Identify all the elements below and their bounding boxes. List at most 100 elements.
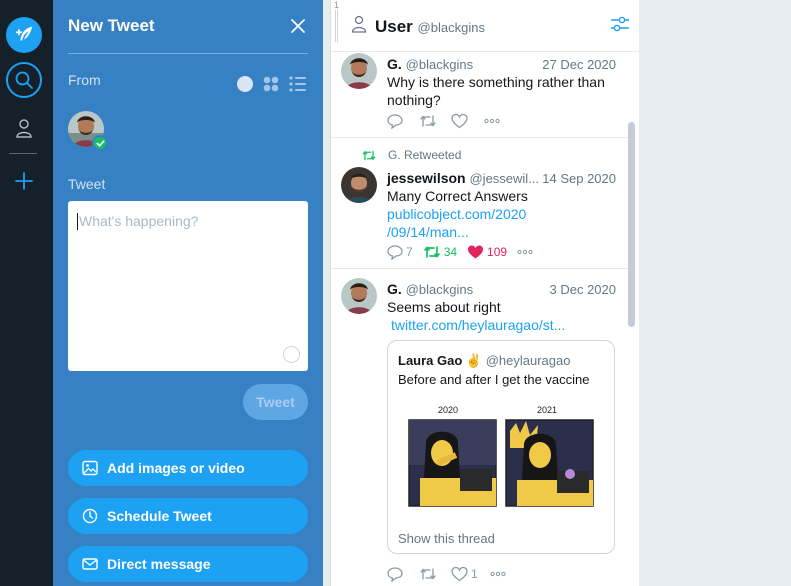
retweet-count: 34 <box>443 245 458 259</box>
more-dots-icon <box>490 571 506 577</box>
rail-divider <box>9 153 37 154</box>
more-button[interactable] <box>484 118 500 124</box>
schedule-tweet-button[interactable]: Schedule Tweet <box>68 498 308 534</box>
grid-view-icon[interactable] <box>263 76 279 92</box>
tweet-date[interactable]: 27 Dec 2020 <box>542 57 616 72</box>
column-index: 1 <box>334 0 340 10</box>
account-view-toggles <box>236 75 308 93</box>
reply-count: 7 <box>406 245 413 259</box>
list-view-icon[interactable] <box>289 76 306 92</box>
tweet-text-line: Seems about right <box>387 299 501 315</box>
tweet-author[interactable]: G. @blackgins <box>387 281 473 297</box>
nav-rail <box>0 0 53 586</box>
from-account-avatar[interactable] <box>68 111 108 151</box>
more-dots-icon <box>484 118 500 124</box>
reply-button[interactable] <box>387 566 403 582</box>
tweet-link-line: publicobject.com/2020 <box>387 206 527 222</box>
quoted-comic-image[interactable]: 2020 2021 <box>398 403 604 509</box>
close-compose-button[interactable] <box>289 17 307 35</box>
panel-year-right: 2021 <box>537 405 557 415</box>
character-counter <box>283 346 300 363</box>
retweet-button[interactable]: 34 <box>423 244 457 260</box>
heart-icon <box>451 566 468 582</box>
author-name: G. <box>387 281 402 297</box>
retweet-label: G. Retweeted <box>388 148 462 162</box>
tweet-author[interactable]: G. @blackgins <box>387 56 473 72</box>
author-handle: @blackgins <box>405 282 474 297</box>
compose-divider <box>68 53 308 54</box>
schedule-tweet-label: Schedule Tweet <box>107 508 212 524</box>
direct-message-label: Direct message <box>107 556 211 572</box>
add-column-button[interactable] <box>6 163 42 199</box>
avatar[interactable] <box>341 53 377 89</box>
column-scrollbar[interactable] <box>625 52 637 586</box>
mail-icon <box>82 558 98 570</box>
tweet-text-line: Many Correct Answers <box>387 188 528 204</box>
reply-icon <box>387 114 403 129</box>
more-button[interactable] <box>490 571 506 577</box>
author-handle: @jessewil... <box>469 171 540 186</box>
tweet-author[interactable]: jessewilson @jessewil... <box>387 170 539 186</box>
search-button[interactable] <box>6 62 42 98</box>
close-icon <box>291 19 305 33</box>
compose-tweet-button[interactable] <box>6 17 42 53</box>
like-button[interactable]: 1 <box>451 566 478 582</box>
tweet-actions: 7 34 109 <box>387 244 543 260</box>
single-view-icon[interactable] <box>237 76 253 92</box>
compose-title: New Tweet <box>68 16 155 35</box>
like-count: 1 <box>471 567 478 581</box>
reply-button[interactable]: 7 <box>387 244 413 260</box>
retweet-button[interactable] <box>419 566 437 582</box>
tweet-item[interactable]: G. @blackgins 27 Dec 2020 Why is there s… <box>331 52 631 138</box>
reply-icon <box>387 245 403 260</box>
author-name: jessewilson <box>387 170 466 186</box>
tweet-date[interactable]: 3 Dec 2020 <box>550 282 617 297</box>
send-tweet-button[interactable]: Tweet <box>243 384 308 420</box>
tweet-link[interactable]: publicobject.com/2020 /09/14/man... <box>387 205 619 241</box>
search-icon <box>15 71 33 89</box>
like-count: 109 <box>487 245 508 259</box>
column-drag-handle[interactable] <box>335 10 338 42</box>
quoted-author-name: Laura Gao ✌️ <box>398 353 483 368</box>
quoted-tweet[interactable]: Laura Gao ✌️ @heylauragao Before and aft… <box>387 340 615 554</box>
add-images-button[interactable]: Add images or video <box>68 450 308 486</box>
tweet-link-line: /09/14/man... <box>387 224 469 240</box>
tweet-text: Seems about right twitter.com/heylauraga… <box>387 298 619 334</box>
compose-feather-icon <box>15 26 33 41</box>
like-button[interactable] <box>451 113 468 129</box>
compose-panel: New Tweet From Tweet What's happening? T… <box>53 0 323 586</box>
text-caret <box>77 213 78 230</box>
account-button[interactable] <box>6 110 42 146</box>
tweet-text: Why is there something rather than nothi… <box>387 74 605 108</box>
tweet-textarea[interactable]: What's happening? <box>68 201 308 371</box>
column-settings-icon[interactable] <box>610 15 630 33</box>
scrollbar-thumb[interactable] <box>628 122 635 327</box>
tweet-link[interactable]: twitter.com/heylauragao/st... <box>387 316 619 334</box>
retweet-button[interactable] <box>419 113 437 129</box>
avatar[interactable] <box>341 167 377 203</box>
quoted-author-handle: @heylauragao <box>485 353 571 368</box>
quoted-author: Laura Gao ✌️ @heylauragao <box>398 353 570 369</box>
selected-check-icon <box>92 135 108 151</box>
reply-button[interactable] <box>387 113 403 129</box>
more-button[interactable] <box>517 249 533 255</box>
heart-icon <box>451 113 468 129</box>
tweet-actions: 1 <box>387 566 516 582</box>
retweet-context: G. Retweeted <box>361 148 461 162</box>
tweet-item[interactable]: G. Retweeted jessewilson @jessewil... 14… <box>331 138 631 269</box>
user-icon <box>16 119 32 138</box>
quoted-text: Before and after I get the vaccine <box>398 372 590 387</box>
like-button[interactable]: 109 <box>467 244 507 260</box>
retweet-icon <box>420 568 436 580</box>
tweet-date[interactable]: 14 Sep 2020 <box>542 171 616 186</box>
retweet-icon <box>362 150 376 160</box>
tweet-label: Tweet <box>68 176 106 192</box>
direct-message-button[interactable]: Direct message <box>68 546 308 582</box>
plus-icon <box>15 172 33 190</box>
retweet-icon <box>420 115 436 127</box>
column-title-text: User <box>375 17 413 36</box>
clock-icon <box>82 508 98 524</box>
avatar[interactable] <box>341 278 377 314</box>
tweet-text: Many Correct Answers publicobject.com/20… <box>387 187 619 241</box>
show-thread-link[interactable]: Show this thread <box>398 531 495 546</box>
